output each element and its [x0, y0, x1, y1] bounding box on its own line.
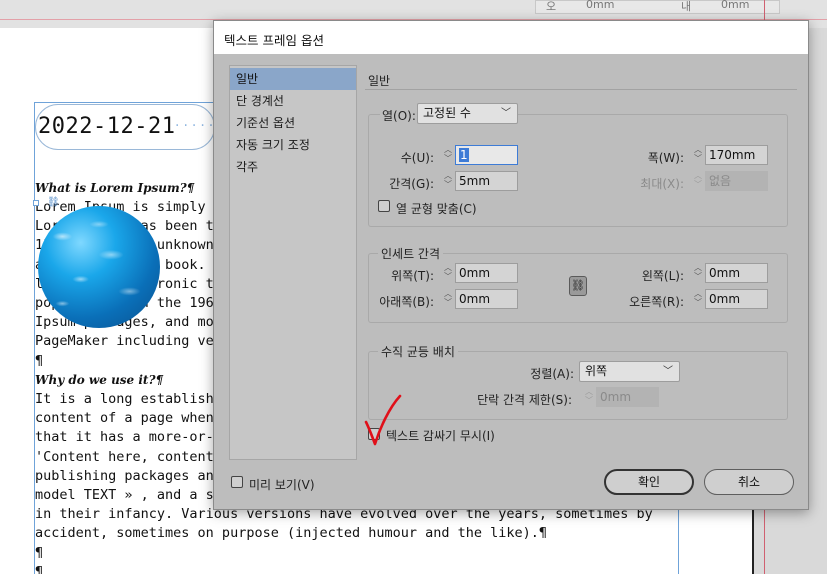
water-image-circle[interactable]	[38, 206, 160, 328]
vertical-align-dropdown[interactable]: 위쪽 ﹀	[579, 361, 680, 382]
stepper-arrows-icon[interactable]: ︿ ﹀	[441, 171, 455, 191]
paragraph-1-line: PageMaker including ver	[35, 333, 222, 350]
preview-label[interactable]: 미리 보기(V)	[249, 476, 315, 493]
ok-button[interactable]: 확인	[604, 469, 694, 495]
section-divider	[365, 89, 797, 90]
paragraph-2-line: ¶	[35, 563, 44, 574]
dialog-titlebar[interactable]: 텍스트 프레임 옵션	[214, 21, 808, 54]
inset-right-stepper[interactable]: ︿ ﹀ 0mm	[691, 289, 768, 309]
cancel-button[interactable]: 취소	[704, 469, 794, 495]
columns-max-stepper: ︿ ﹀ 없음	[691, 171, 768, 191]
chevron-down-icon: ﹀	[663, 366, 673, 377]
stepper-arrows-icon[interactable]: ︿ ﹀	[691, 145, 705, 165]
paragraph-2-line: that it has a more-or-l	[35, 429, 222, 446]
vertical-align-value: 위쪽	[585, 364, 608, 378]
red-checkmark-annotation-icon	[364, 394, 402, 446]
date-text: 2022-12-21	[38, 114, 176, 139]
inset-top-stepper[interactable]: ︿ ﹀ 0mm	[441, 263, 518, 283]
stepper-arrows-icon[interactable]: ︿ ﹀	[441, 145, 455, 165]
paragraph-spacing-stepper: ︿ ﹀ 0mm	[582, 387, 659, 407]
balance-columns-label[interactable]: 열 균형 맞춤(C)	[396, 200, 477, 217]
inset-bottom-stepper[interactable]: ︿ ﹀ 0mm	[441, 289, 518, 309]
nav-item-general[interactable]: 일반	[230, 68, 356, 90]
columns-type-label: 열(O):	[380, 107, 418, 124]
paragraph-spacing-label: 단락 간격 제한(S):	[477, 393, 572, 407]
inset-left-label: 왼쪽(L):	[641, 269, 684, 283]
paragraph-spacing-field: 0mm	[596, 387, 659, 407]
stepper-arrows-icon[interactable]: ︿ ﹀	[691, 289, 705, 309]
text-frame-options-dialog: 텍스트 프레임 옵션 일반 단 경계선 기준선 옵션 자동 크기 조정 각주 일…	[213, 20, 809, 510]
stepper-arrows-icon[interactable]: ︿ ﹀	[441, 289, 455, 309]
inset-top-field[interactable]: 0mm	[455, 263, 518, 283]
panel-left-label: 오	[546, 0, 557, 13]
frame-handle[interactable]	[33, 200, 39, 206]
columns-gutter-stepper[interactable]: ︿ ﹀ 5mm	[441, 171, 518, 191]
stepper-arrows-icon[interactable]: ︿ ﹀	[441, 263, 455, 283]
paragraph-2-line: publishing packages and	[35, 467, 222, 484]
stepper-arrows-icon[interactable]: ︿ ﹀	[691, 263, 705, 283]
vertical-justification-group	[368, 351, 788, 420]
nav-item-footnotes[interactable]: 각주	[230, 156, 356, 178]
anchor-link-icon[interactable]: ⛓	[47, 197, 60, 208]
preview-checkbox[interactable]	[231, 476, 243, 488]
paragraph-2-line: 'Content here, content	[35, 448, 222, 465]
inset-bottom-label: 아래쪽(B):	[379, 295, 434, 309]
paragraph-1-line: ¶	[35, 352, 44, 369]
options-category-list: 일반 단 경계선 기준선 옵션 자동 크기 조정 각주	[229, 65, 357, 460]
columns-gutter-field[interactable]: 5mm	[455, 171, 518, 191]
columns-number-label: 수(U):	[400, 151, 434, 165]
paragraph-2-line: model TEXT » , and a sea	[35, 487, 231, 503]
section-title: 일반	[368, 74, 391, 88]
stepper-arrows-icon: ︿ ﹀	[694, 171, 702, 189]
dialog-title: 텍스트 프레임 옵션	[224, 33, 324, 48]
paragraph-2-line: It is a long establishe	[35, 391, 222, 407]
columns-max-label: 최대(X):	[640, 177, 684, 191]
heading-why-use-it: Why do we use it?¶	[35, 373, 164, 387]
inset-left-field[interactable]: 0mm	[705, 263, 768, 283]
nav-item-auto-size[interactable]: 자동 크기 조정	[230, 134, 356, 156]
background-inset-panel: 오 0mm 내 0mm	[535, 0, 780, 14]
chevron-down-icon: ﹀	[501, 108, 511, 119]
columns-max-field: 없음	[705, 171, 768, 191]
inset-right-label: 오른쪽(R):	[629, 295, 684, 309]
panel-right-label: 내	[681, 0, 692, 13]
paragraph-2-line: accident, sometimes on purpose (injected…	[35, 525, 548, 542]
columns-width-field[interactable]: 170mm	[705, 145, 768, 165]
heading-what-is-lorem: What is Lorem Ipsum?¶	[35, 181, 195, 195]
columns-width-stepper[interactable]: ︿ ﹀ 170mm	[691, 145, 768, 165]
inset-legend: 인세트 간격	[378, 245, 444, 262]
columns-type-value: 고정된 수	[423, 106, 471, 120]
columns-number-stepper[interactable]: ︿ ﹀ 1	[441, 145, 518, 165]
panel-left-value: 0mm	[586, 0, 615, 11]
nav-item-column-rules[interactable]: 단 경계선	[230, 90, 356, 112]
columns-number-field[interactable]: 1	[455, 145, 518, 165]
vertical-justification-legend: 수직 균등 배치	[378, 343, 458, 360]
columns-width-label: 폭(W):	[647, 151, 684, 165]
columns-gutter-label: 간격(G):	[389, 177, 434, 191]
columns-type-dropdown[interactable]: 고정된 수 ﹀	[417, 103, 518, 124]
inset-bottom-field[interactable]: 0mm	[455, 289, 518, 309]
panel-right-value: 0mm	[721, 0, 750, 11]
inset-right-field[interactable]: 0mm	[705, 289, 768, 309]
inset-top-label: 위쪽(T):	[391, 269, 434, 283]
stepper-arrows-icon: ︿ ﹀	[585, 387, 593, 405]
paragraph-2-line: ¶	[35, 544, 44, 561]
vertical-align-label: 정렬(A):	[530, 367, 574, 381]
nav-item-baseline-options[interactable]: 기준선 옵션	[230, 112, 356, 134]
balance-columns-checkbox[interactable]	[378, 200, 390, 212]
date-overflow-dots: ·····	[175, 118, 218, 134]
paragraph-2-line: content of a page when	[35, 410, 222, 427]
inset-left-stepper[interactable]: ︿ ﹀ 0mm	[691, 263, 768, 283]
link-settings-icon[interactable]: ⛓	[569, 276, 587, 296]
